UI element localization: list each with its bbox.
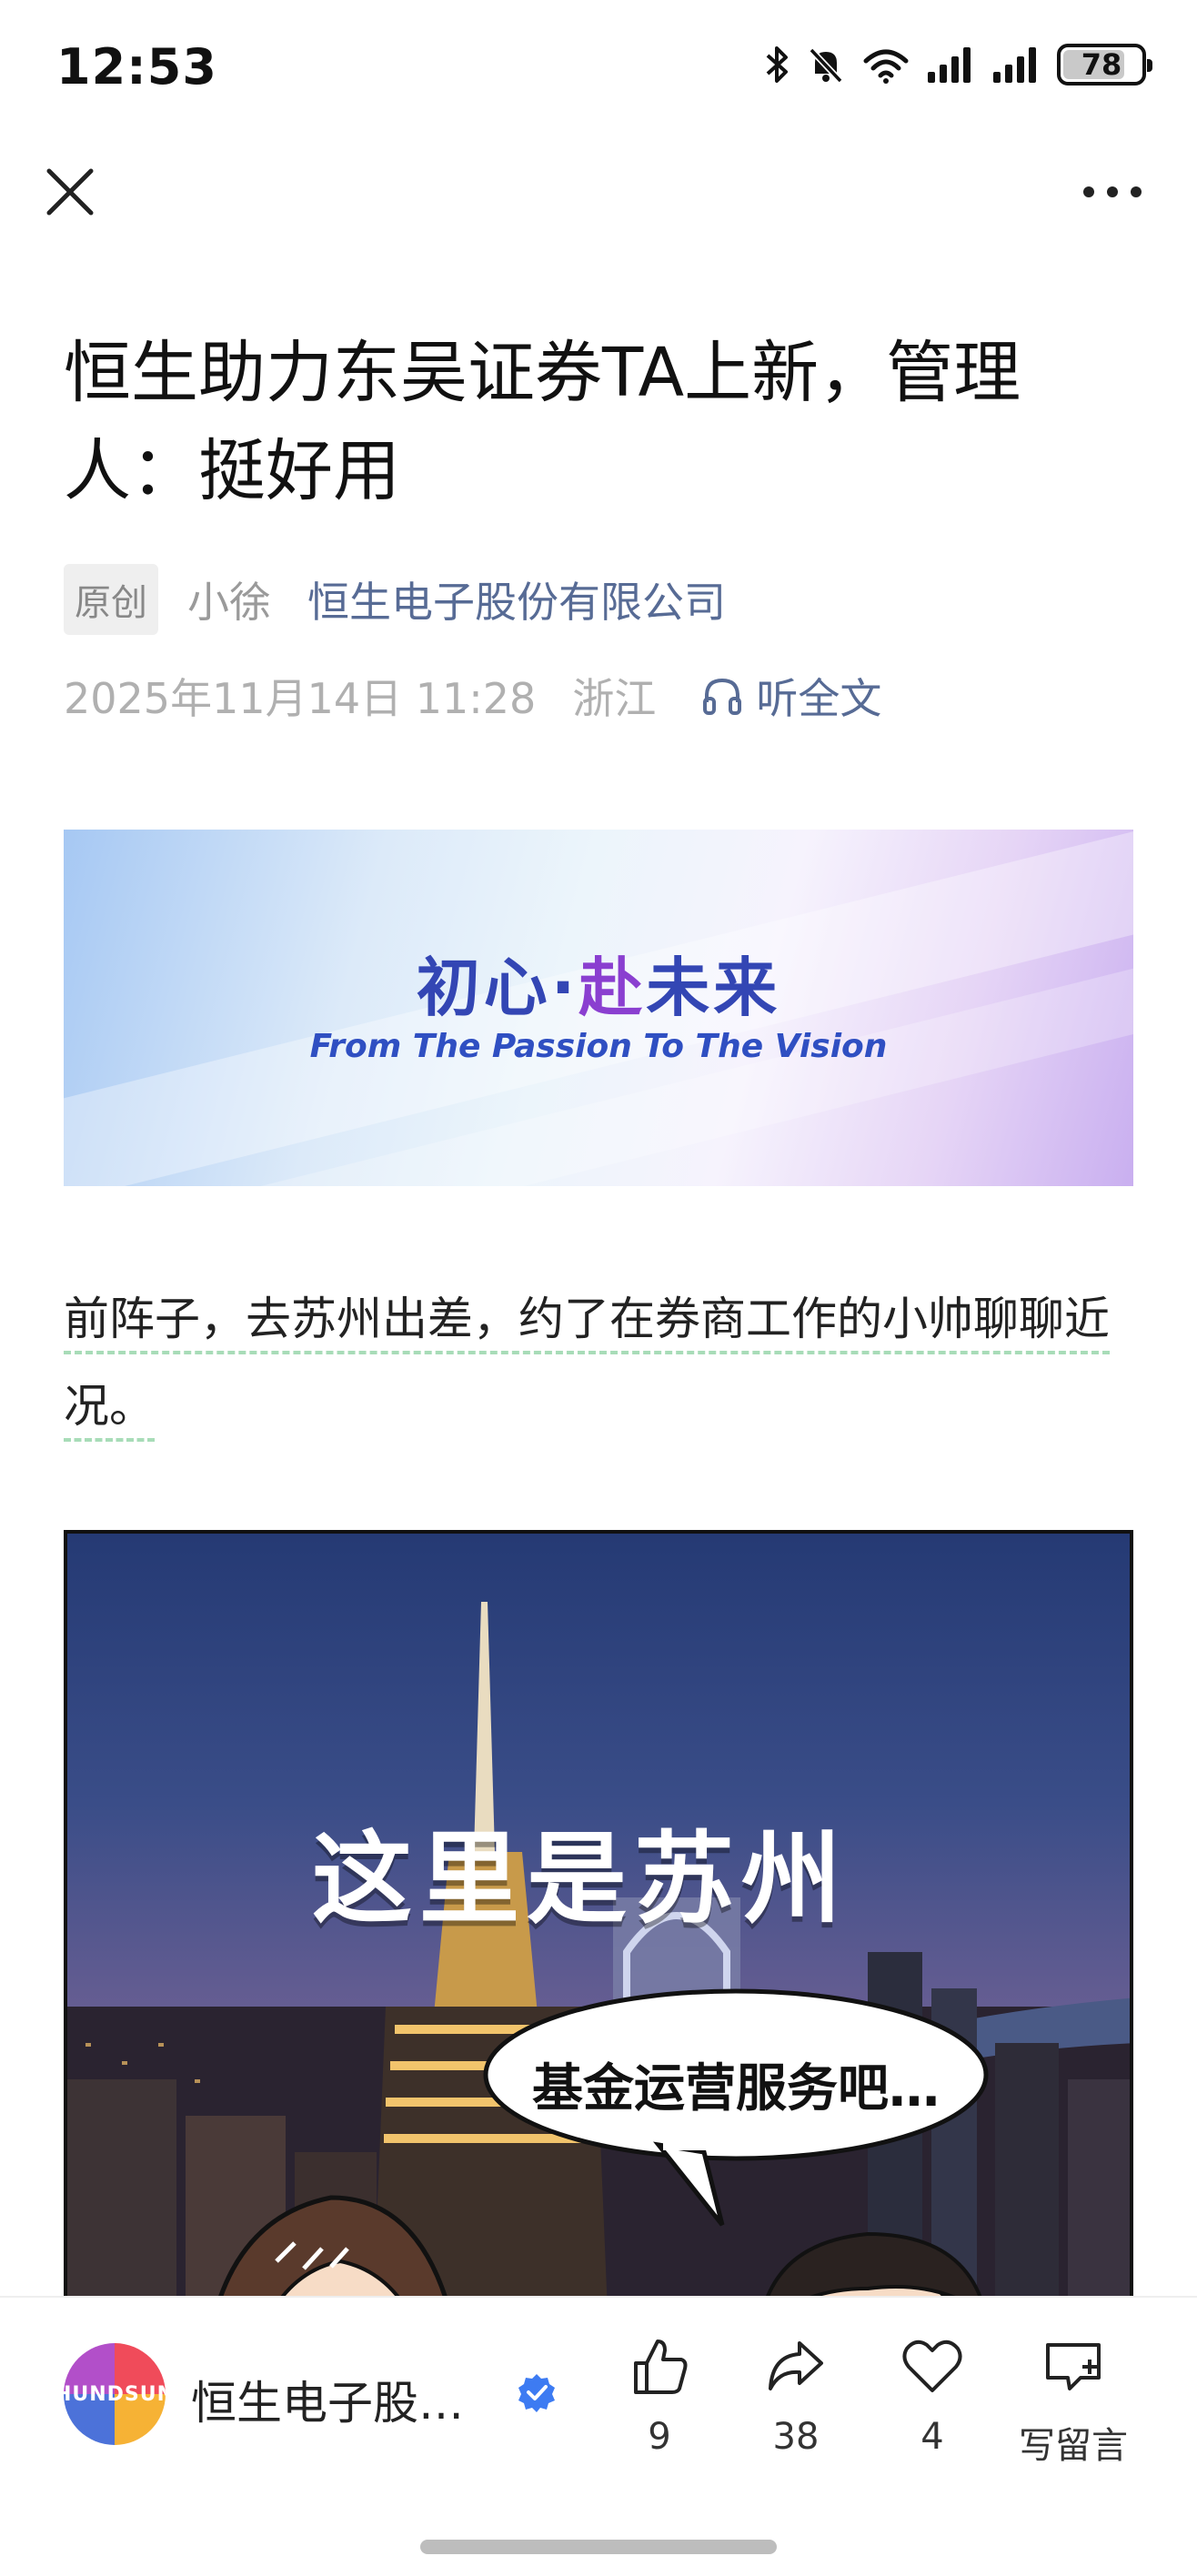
banner-slogan: 初心·赴未来 bbox=[64, 937, 1133, 1029]
mute-bell-icon bbox=[809, 47, 843, 84]
author-name: 小徐 bbox=[187, 578, 271, 627]
comic-caption: 这里是苏州 bbox=[312, 1821, 849, 1937]
banner-english: From The Passion To The Vision bbox=[309, 1028, 888, 1065]
verified-badge-icon bbox=[518, 2374, 555, 2412]
article-paragraph: 前阵子，去苏州出差，约了在券商工作的小帅聊聊近况。 bbox=[64, 1275, 1142, 1450]
share-arrow-icon bbox=[769, 2341, 823, 2390]
banner-slogan-part: 初心· bbox=[416, 951, 579, 1025]
bluetooth-icon bbox=[766, 46, 788, 83]
favorite-count: 4 bbox=[920, 2416, 944, 2458]
headphones-icon bbox=[703, 678, 742, 715]
publish-location: 浙江 bbox=[572, 674, 657, 723]
article-title: 恒生助力东吴证券TA上新，管理人：挺好用 bbox=[64, 334, 1021, 510]
listen-button[interactable]: 听全文 bbox=[701, 666, 881, 726]
bottom-account-name[interactable]: 恒生电子股… bbox=[191, 2367, 464, 2432]
status-bar: 12:53 78 bbox=[0, 0, 1197, 136]
favorite-button[interactable]: 4 bbox=[873, 2334, 991, 2458]
share-count: 38 bbox=[772, 2416, 820, 2458]
thumbs-up-icon bbox=[634, 2340, 688, 2394]
share-button[interactable]: 38 bbox=[737, 2334, 855, 2458]
write-comment-button[interactable]: 写留言 bbox=[1010, 2334, 1137, 2469]
wifi-icon bbox=[863, 49, 909, 84]
heart-icon bbox=[902, 2340, 962, 2392]
account-link[interactable]: 恒生电子股份有限公司 bbox=[307, 569, 726, 629]
status-time: 12:53 bbox=[56, 38, 217, 96]
like-count: 9 bbox=[648, 2416, 671, 2458]
home-indicator[interactable] bbox=[420, 2540, 777, 2554]
article-banner: 初心·赴未来 From The Passion To The Vision bbox=[64, 830, 1133, 1186]
battery-text: 78 bbox=[1081, 47, 1122, 82]
banner-slogan-part: 未来 bbox=[646, 951, 781, 1025]
banner-slogan-accent: 赴 bbox=[578, 951, 647, 1025]
paragraph-text: 前阵子，去苏州出差，约了在券商工作的小帅聊聊近况。 bbox=[64, 1293, 1110, 1442]
article-meta: 2025年11月14日 11:28 浙江 听全文 bbox=[64, 664, 881, 728]
comic-speech-bubble: 基金运营服务吧… bbox=[532, 2059, 940, 2118]
more-icon[interactable] bbox=[1081, 180, 1144, 204]
article-byline: 原创 小徐 恒生电子股份有限公司 bbox=[64, 564, 726, 635]
cell-signal-icon bbox=[993, 47, 1036, 83]
comment-add-icon bbox=[1046, 2343, 1101, 2390]
bottom-bar: HUNDSUN 恒生电子股… 9 38 4 写留言 bbox=[0, 2296, 1197, 2576]
publish-datetime: 2025年11月14日 11:28 bbox=[64, 674, 537, 723]
status-icons: 78 bbox=[764, 44, 1152, 86]
like-button[interactable]: 9 bbox=[600, 2334, 719, 2458]
listen-label: 听全文 bbox=[756, 674, 882, 723]
avatar-logo-text: HUNDSUN bbox=[64, 2382, 166, 2406]
original-tag: 原创 bbox=[64, 564, 158, 635]
account-avatar[interactable]: HUNDSUN bbox=[64, 2343, 166, 2445]
write-comment-label: 写留言 bbox=[1019, 2425, 1128, 2467]
cell-signal-icon bbox=[928, 47, 971, 83]
close-icon[interactable] bbox=[42, 164, 98, 220]
battery-icon: 78 bbox=[1057, 44, 1152, 86]
